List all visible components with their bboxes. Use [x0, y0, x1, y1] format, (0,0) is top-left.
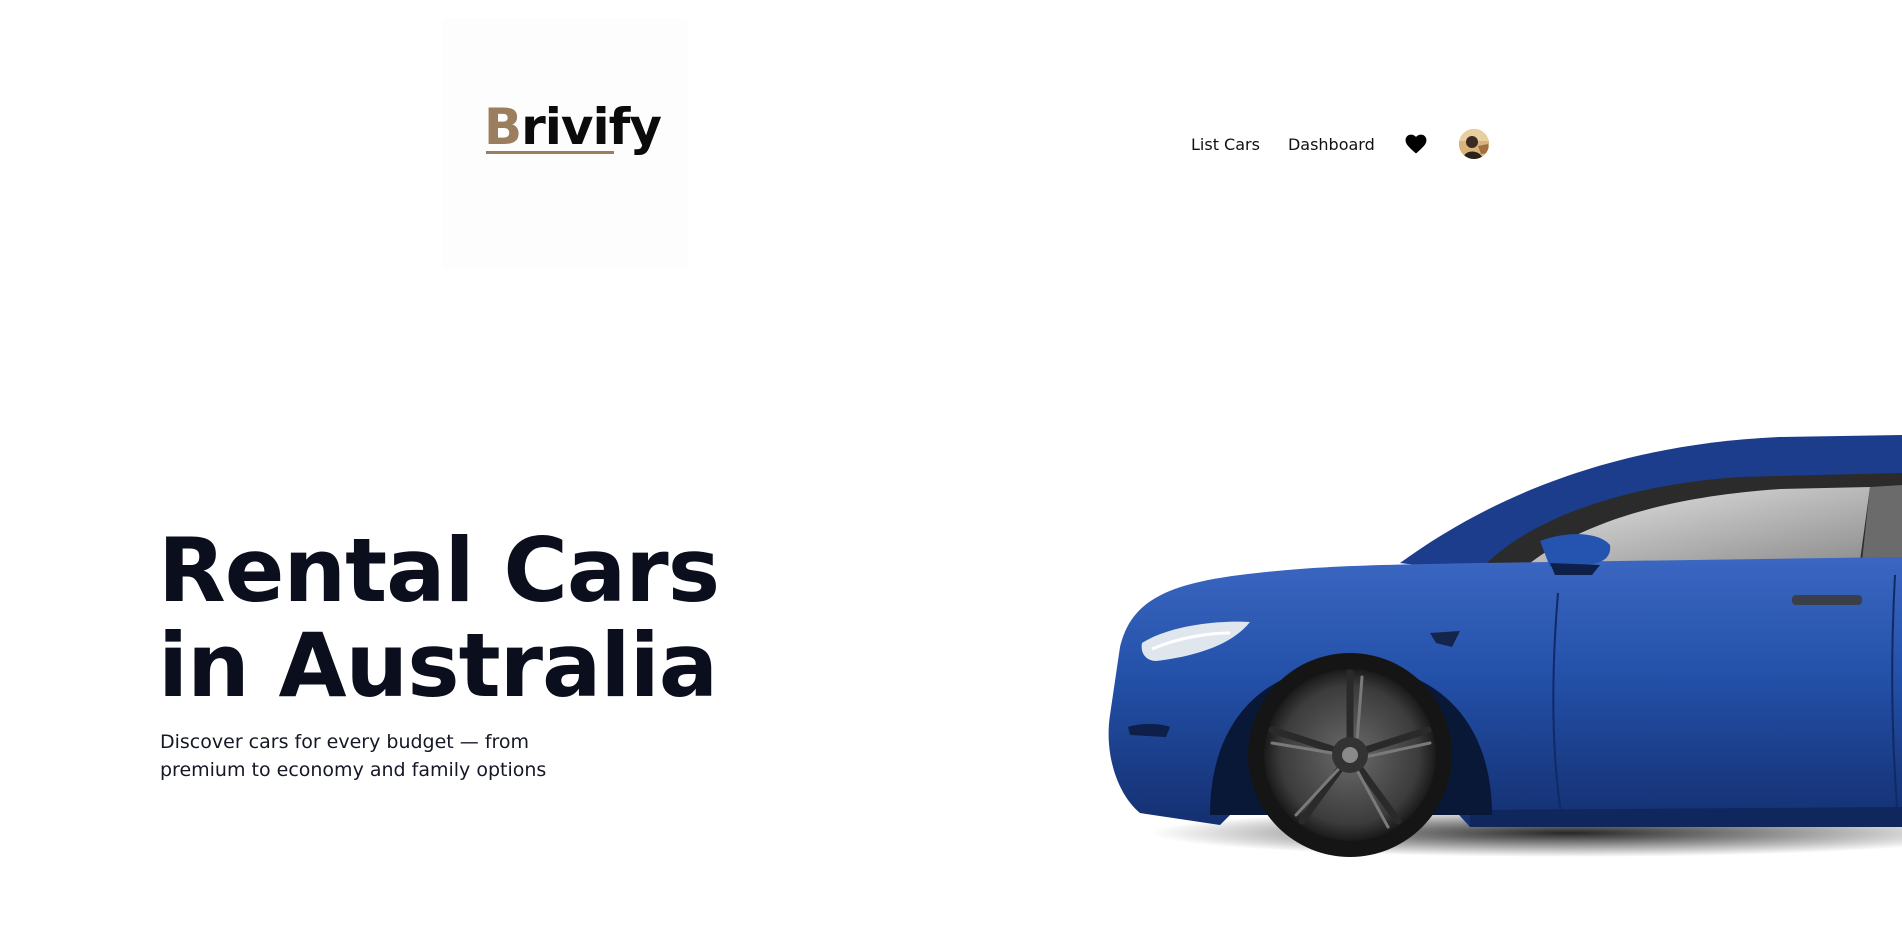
- logo-first-letter: B: [484, 98, 522, 156]
- hero-title-line-1: Rental Cars: [158, 519, 720, 622]
- hero-car-image: [1108, 435, 1902, 857]
- hero-subtitle: Discover cars for every budget — from pr…: [160, 731, 547, 781]
- user-avatar[interactable]: [1458, 129, 1489, 159]
- logo-underline: [486, 151, 614, 154]
- hero-title-line-2: in Australia: [158, 614, 718, 717]
- logo-text: rivify: [521, 98, 662, 156]
- nav-list-cars[interactable]: List Cars: [1191, 135, 1260, 154]
- main-nav: List Cars Dashboard: [1191, 128, 1489, 160]
- brand-logo[interactable]: Brivify: [484, 98, 662, 156]
- heart-icon[interactable]: [1405, 134, 1427, 154]
- nav-dashboard[interactable]: Dashboard: [1288, 135, 1375, 154]
- hero-title: Rental Cars in Australia: [158, 519, 720, 717]
- page: Brivify List Cars Dashboard Rental Cars …: [0, 0, 1902, 945]
